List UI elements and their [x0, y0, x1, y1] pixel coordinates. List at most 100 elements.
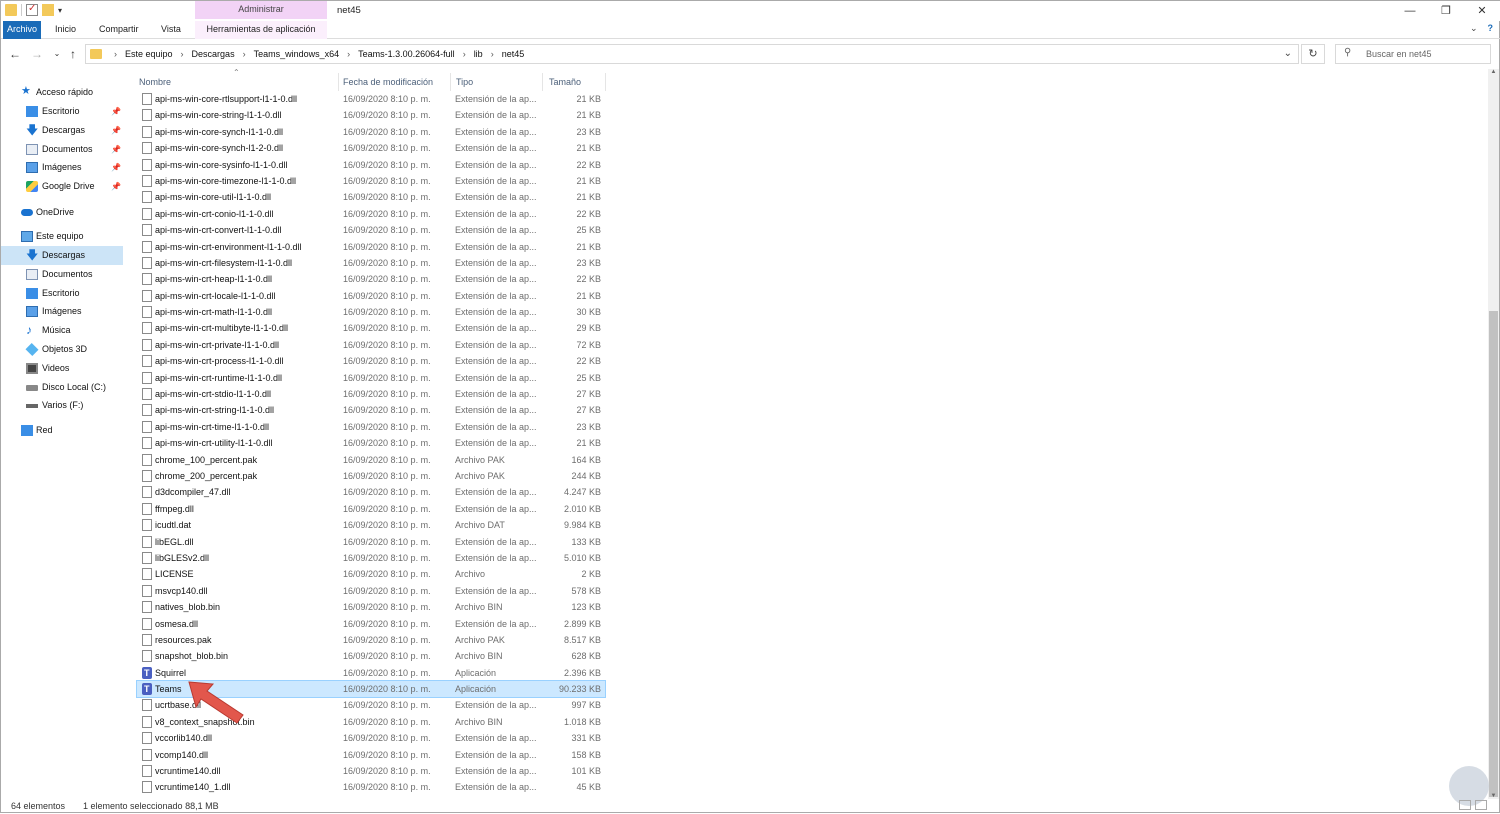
large-icons-view-icon[interactable]: [1475, 800, 1487, 810]
column-header-name[interactable]: Nombre: [139, 73, 171, 91]
table-row[interactable]: vcomp140.dll 16/09/2020 8:10 p. m. Extensi…: [137, 747, 605, 763]
sidebar-item[interactable]: Escritorio 📌: [1, 102, 123, 121]
table-row[interactable]: vcruntime140.dll 16/09/2020 8:10 p. m. Ext…: [137, 763, 605, 779]
help-icon[interactable]: ?: [1488, 23, 1494, 34]
table-row[interactable]: LICENSE 16/09/2020 8:10 p. m. Archivo 2 KB: [137, 566, 605, 582]
table-row[interactable]: vccorlib140.dll 16/09/2020 8:10 p. m. Exte…: [137, 730, 605, 746]
up-arrow-icon[interactable]: ↑: [65, 45, 81, 63]
refresh-icon[interactable]: ↻: [1301, 44, 1325, 64]
table-row[interactable]: libEGL.dll 16/09/2020 8:10 p. m. Extensión…: [137, 534, 605, 550]
table-row[interactable]: icudtl.dat 16/09/2020 8:10 p. m. Archivo D…: [137, 517, 605, 533]
pin-icon[interactable]: 📌: [111, 158, 121, 177]
scroll-up-icon[interactable]: ▲: [1488, 69, 1499, 75]
nav-acceso-rapido[interactable]: ★ Acceso rápido: [9, 83, 131, 102]
table-row[interactable]: api-ms-win-core-rtlsupport-l1-1-0.dll 16/…: [137, 91, 605, 107]
minimize-button[interactable]: —: [1393, 1, 1427, 21]
chevron-right-icon[interactable]: ›: [457, 45, 472, 63]
table-row[interactable]: api-ms-win-core-sysinfo-l1-1-0.dll 16/09/…: [137, 157, 605, 173]
sidebar-item[interactable]: Google Drive 📌: [1, 177, 123, 196]
table-row[interactable]: api-ms-win-crt-string-l1-1-0.dll 16/09/20…: [137, 402, 605, 418]
table-row[interactable]: msvcp140.dll 16/09/2020 8:10 p. m. Extensi…: [137, 583, 605, 599]
chevron-right-icon[interactable]: ›: [485, 45, 500, 63]
sidebar-item[interactable]: Documentos 📌: [1, 140, 123, 159]
table-row[interactable]: api-ms-win-crt-filesystem-l1-1-0.dll 16/0…: [137, 255, 605, 271]
chevron-right-icon[interactable]: ›: [108, 45, 123, 63]
table-row[interactable]: osmesa.dll 16/09/2020 8:10 p. m. Extensión…: [137, 616, 605, 632]
expand-ribbon-icon[interactable]: ⌄: [1470, 23, 1478, 34]
chevron-right-icon[interactable]: ›: [341, 45, 356, 63]
tab-compartir[interactable]: Compartir: [93, 21, 145, 39]
back-arrow-icon[interactable]: ←: [7, 45, 23, 63]
recent-locations-icon[interactable]: ⌄: [49, 45, 65, 63]
tab-herramientas-aplicacion[interactable]: Herramientas de aplicación: [195, 21, 327, 39]
breadcrumb-lib[interactable]: lib: [472, 45, 485, 63]
customize-toolbar-icon[interactable]: ▾: [58, 6, 62, 15]
pin-icon[interactable]: 📌: [111, 177, 121, 196]
tab-inicio[interactable]: Inicio: [49, 21, 82, 39]
table-row[interactable]: api-ms-win-crt-process-l1-1-0.dll 16/09/2…: [137, 353, 605, 369]
table-row[interactable]: api-ms-win-crt-multibyte-l1-1-0.dll 16/09…: [137, 320, 605, 336]
table-row[interactable]: chrome_200_percent.pak 16/09/2020 8:10 p.…: [137, 468, 605, 484]
vertical-scrollbar[interactable]: ▲ ▼: [1488, 69, 1499, 799]
details-view-icon[interactable]: [1459, 800, 1471, 810]
table-row[interactable]: vcruntime140_1.dll 16/09/2020 8:10 p. m. E…: [137, 779, 605, 795]
sidebar-item[interactable]: Imágenes: [1, 302, 123, 321]
sidebar-item[interactable]: OneDrive: [1, 203, 123, 222]
chevron-right-icon[interactable]: ›: [175, 45, 190, 63]
table-row[interactable]: api-ms-win-crt-convert-l1-1-0.dll 16/09/2…: [137, 222, 605, 238]
table-row[interactable]: libGLESv2.dll 16/09/2020 8:10 p. m. Extens…: [137, 550, 605, 566]
sidebar-item[interactable]: 🡇 Descargas: [1, 246, 123, 265]
table-row[interactable]: api-ms-win-core-synch-l1-2-0.dll 16/09/20…: [137, 140, 605, 156]
table-row[interactable]: chrome_100_percent.pak 16/09/2020 8:10 p.…: [137, 452, 605, 468]
breadcrumb-este-equipo[interactable]: Este equipo: [123, 45, 175, 63]
table-row[interactable]: api-ms-win-crt-environment-l1-1-0.dll 16/…: [137, 239, 605, 255]
breadcrumb-net45[interactable]: net45: [500, 45, 527, 63]
table-row[interactable]: snapshot_blob.bin 16/09/2020 8:10 p. m. Ar…: [137, 648, 605, 664]
table-row[interactable]: api-ms-win-crt-runtime-l1-1-0.dll 16/09/2…: [137, 370, 605, 386]
maximize-button[interactable]: ❐: [1429, 1, 1463, 21]
table-row[interactable]: api-ms-win-crt-time-l1-1-0.dll 16/09/2020…: [137, 419, 605, 435]
table-row[interactable]: api-ms-win-crt-private-l1-1-0.dll 16/09/2…: [137, 337, 605, 353]
table-row[interactable]: api-ms-win-crt-math-l1-1-0.dll 16/09/2020…: [137, 304, 605, 320]
new-folder-icon[interactable]: [42, 4, 54, 16]
sidebar-item[interactable]: Varios (F:): [1, 396, 123, 415]
table-row[interactable]: api-ms-win-crt-conio-l1-1-0.dll 16/09/202…: [137, 206, 605, 222]
table-row[interactable]: api-ms-win-crt-heap-l1-1-0.dll 16/09/2020…: [137, 271, 605, 287]
search-input[interactable]: ⚲ Buscar en net45: [1335, 44, 1491, 64]
tab-archivo[interactable]: Archivo: [3, 21, 41, 39]
breadcrumb-teams-windows[interactable]: Teams_windows_x64: [252, 45, 342, 63]
table-row[interactable]: resources.pak 16/09/2020 8:10 p. m. Archiv…: [137, 632, 605, 648]
sidebar-item[interactable]: Este equipo: [1, 227, 123, 246]
sidebar-item[interactable]: ♪ Música: [1, 321, 123, 340]
table-row[interactable]: natives_blob.bin 16/09/2020 8:10 p. m. Arc…: [137, 599, 605, 615]
column-header-size[interactable]: Tamaño: [549, 73, 581, 91]
table-row[interactable]: api-ms-win-core-timezone-l1-1-0.dll 16/09…: [137, 173, 605, 189]
table-row[interactable]: api-ms-win-core-util-l1-1-0.dll 16/09/202…: [137, 189, 605, 205]
sidebar-item[interactable]: 🡇 Descargas 📌: [1, 121, 123, 140]
table-row[interactable]: api-ms-win-crt-utility-l1-1-0.dll 16/09/2…: [137, 435, 605, 451]
address-history-icon[interactable]: ⌄: [1284, 45, 1292, 63]
scrollbar-thumb[interactable]: [1489, 311, 1498, 797]
address-bar[interactable]: › Este equipo › Descargas › Teams_window…: [85, 44, 1299, 64]
table-row[interactable]: api-ms-win-crt-stdio-l1-1-0.dll 16/09/202…: [137, 386, 605, 402]
table-row[interactable]: api-ms-win-core-string-l1-1-0.dll 16/09/2…: [137, 107, 605, 123]
sidebar-item[interactable]: Documentos: [1, 265, 123, 284]
pin-icon[interactable]: 📌: [111, 140, 121, 159]
sidebar-item[interactable]: Videos: [1, 359, 123, 378]
sidebar-item[interactable]: Imágenes 📌: [1, 158, 123, 177]
breadcrumb-descargas[interactable]: Descargas: [190, 45, 237, 63]
close-button[interactable]: ✕: [1465, 1, 1499, 21]
sidebar-item[interactable]: Escritorio: [1, 284, 123, 303]
tab-vista[interactable]: Vista: [155, 21, 187, 39]
column-header-date[interactable]: Fecha de modificación: [343, 73, 433, 91]
pin-icon[interactable]: 📌: [111, 121, 121, 140]
table-row[interactable]: api-ms-win-crt-locale-l1-1-0.dll 16/09/20…: [137, 288, 605, 304]
table-row[interactable]: ffmpeg.dll 16/09/2020 8:10 p. m. Extensión…: [137, 501, 605, 517]
column-header-type[interactable]: Tipo: [456, 73, 473, 91]
table-row[interactable]: d3dcompiler_47.dll 16/09/2020 8:10 p. m. E…: [137, 484, 605, 500]
chevron-right-icon[interactable]: ›: [237, 45, 252, 63]
properties-icon[interactable]: [26, 3, 38, 16]
breadcrumb-teams-full[interactable]: Teams-1.3.00.26064-full: [356, 45, 457, 63]
pin-icon[interactable]: 📌: [111, 102, 121, 121]
sidebar-item[interactable]: Disco Local (C:): [1, 378, 123, 397]
